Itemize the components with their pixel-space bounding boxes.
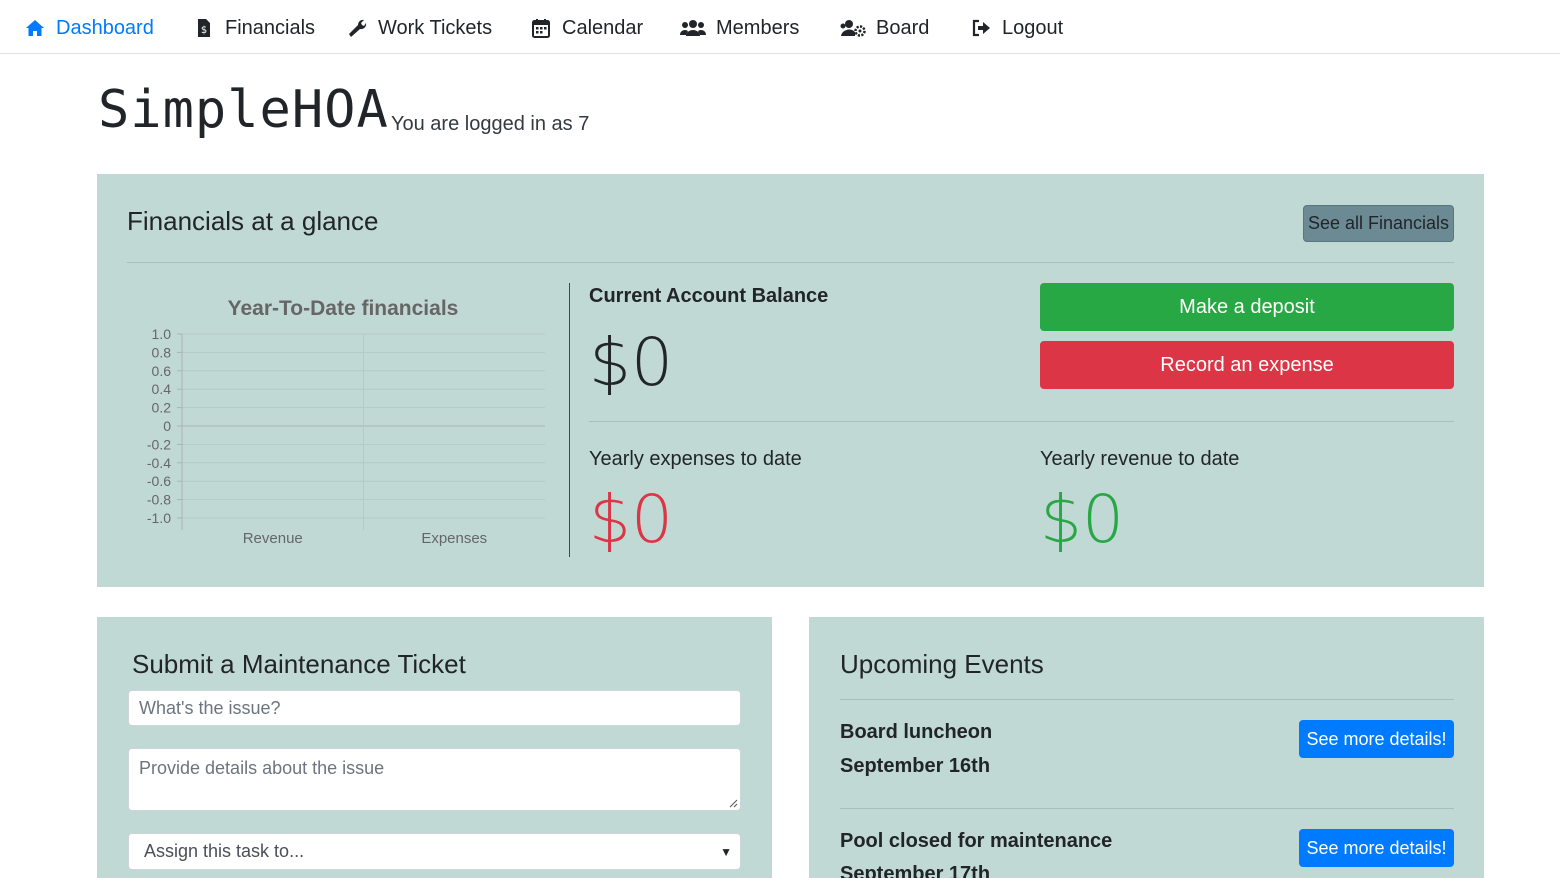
app-logo: SimpleHOA	[98, 80, 389, 140]
revenue-label: Yearly revenue to date	[1040, 448, 1240, 470]
ticket-title: Submit a Maintenance Ticket	[132, 649, 466, 679]
details-placeholder: Provide details about the issue	[139, 758, 385, 778]
y-tick-label: 0.6	[152, 363, 172, 379]
event-details-button[interactable]: See more details!	[1299, 829, 1454, 867]
assign-select[interactable]: Assign this task to... ▼	[128, 833, 741, 870]
svg-text:$: $	[201, 25, 207, 36]
y-tick-label: -0.8	[147, 492, 171, 508]
y-tick-label: -0.6	[147, 473, 171, 489]
sign-out-icon	[970, 17, 992, 39]
resize-grip-icon[interactable]	[728, 798, 738, 808]
nav-work-tickets-label: Work Tickets	[378, 16, 493, 39]
nav-members-label: Members	[716, 16, 800, 39]
maintenance-ticket-panel: Submit a Maintenance Ticket What's the i…	[97, 617, 772, 878]
events-title: Upcoming Events	[840, 649, 1044, 679]
calendar-icon	[530, 17, 552, 39]
wrench-icon	[346, 17, 368, 39]
ytd-chart-svg: Year-To-Date financials 1.0 0.8 0.6 0.4 0.2 0 -…	[147, 297, 545, 547]
event-title: Pool closed for maintenance	[840, 830, 1113, 852]
events-divider-1	[840, 699, 1454, 700]
ytd-chart: Year-To-Date financials 1.0 0.8 0.6 0.4 0.2 0 -…	[127, 284, 552, 554]
issue-placeholder: What's the issue?	[139, 697, 281, 718]
nav-financials-label: Financials	[225, 16, 316, 39]
nav-board-label: Board	[876, 16, 930, 39]
nav-calendar[interactable]: Calendar	[530, 14, 643, 42]
issue-input[interactable]: What's the issue?	[128, 690, 741, 726]
users-cog-icon	[840, 17, 866, 39]
nav-dashboard-label: Dashboard	[56, 16, 154, 39]
expenses-value: $0	[589, 481, 673, 558]
nav-logout[interactable]: Logout	[970, 14, 1063, 42]
balance-value: $0	[589, 324, 673, 401]
y-tick-label: -0.4	[147, 455, 171, 471]
events-divider-2	[840, 808, 1454, 809]
financials-panel: Financials at a glance See all Financial…	[97, 174, 1484, 587]
y-tick-label: 0.4	[152, 381, 172, 397]
event-date: September 17th	[840, 863, 991, 878]
issue-details-textarea[interactable]: Provide details about the issue	[128, 748, 741, 811]
nav-financials[interactable]: $ Financials	[193, 14, 315, 42]
revenue-value: $0	[1040, 481, 1124, 558]
upcoming-events-panel: Upcoming Events Board luncheon September…	[809, 617, 1484, 878]
nav-work-tickets[interactable]: Work Tickets	[346, 14, 492, 42]
nav-members[interactable]: Members	[680, 14, 799, 42]
y-tick-label: 0.2	[152, 400, 172, 416]
financials-title: Financials at a glance	[127, 206, 379, 236]
balance-divider	[589, 421, 1454, 422]
make-deposit-button[interactable]: Make a deposit	[1040, 283, 1454, 331]
y-tick-label: -0.2	[147, 436, 171, 452]
y-tick-label: 1.0	[152, 326, 172, 342]
x-tick-label: Revenue	[243, 530, 303, 547]
x-tick-label: Expenses	[421, 530, 487, 547]
chevron-down-icon: ▼	[720, 844, 732, 859]
nav-calendar-label: Calendar	[562, 16, 644, 39]
financials-vertical-divider	[569, 283, 570, 557]
y-tick-label: -1.0	[147, 510, 171, 526]
event-title: Board luncheon	[840, 721, 993, 743]
users-icon	[680, 17, 706, 39]
balance-label: Current Account Balance	[589, 285, 829, 307]
event-details-button[interactable]: See more details!	[1299, 720, 1454, 758]
home-icon	[24, 17, 46, 39]
assign-selected-value: Assign this task to...	[144, 841, 305, 861]
expenses-label: Yearly expenses to date	[589, 448, 802, 470]
top-navbar: Dashboard $ Financials Work Tickets Cale…	[0, 0, 1560, 54]
see-all-financials-button[interactable]: See all Financials	[1303, 205, 1454, 242]
y-tick-label: 0	[163, 418, 171, 434]
financials-divider	[127, 262, 1454, 263]
chart-title: Year-To-Date financials	[228, 297, 459, 320]
nav-dashboard[interactable]: Dashboard	[24, 14, 154, 42]
nav-board[interactable]: Board	[840, 14, 929, 42]
nav-logout-label: Logout	[1002, 16, 1064, 39]
logged-in-status: You are logged in as 7	[391, 113, 590, 135]
event-date: September 16th	[840, 755, 991, 777]
record-expense-button[interactable]: Record an expense	[1040, 341, 1454, 389]
y-tick-label: 0.8	[152, 344, 172, 360]
file-invoice-dollar-icon: $	[193, 17, 215, 39]
